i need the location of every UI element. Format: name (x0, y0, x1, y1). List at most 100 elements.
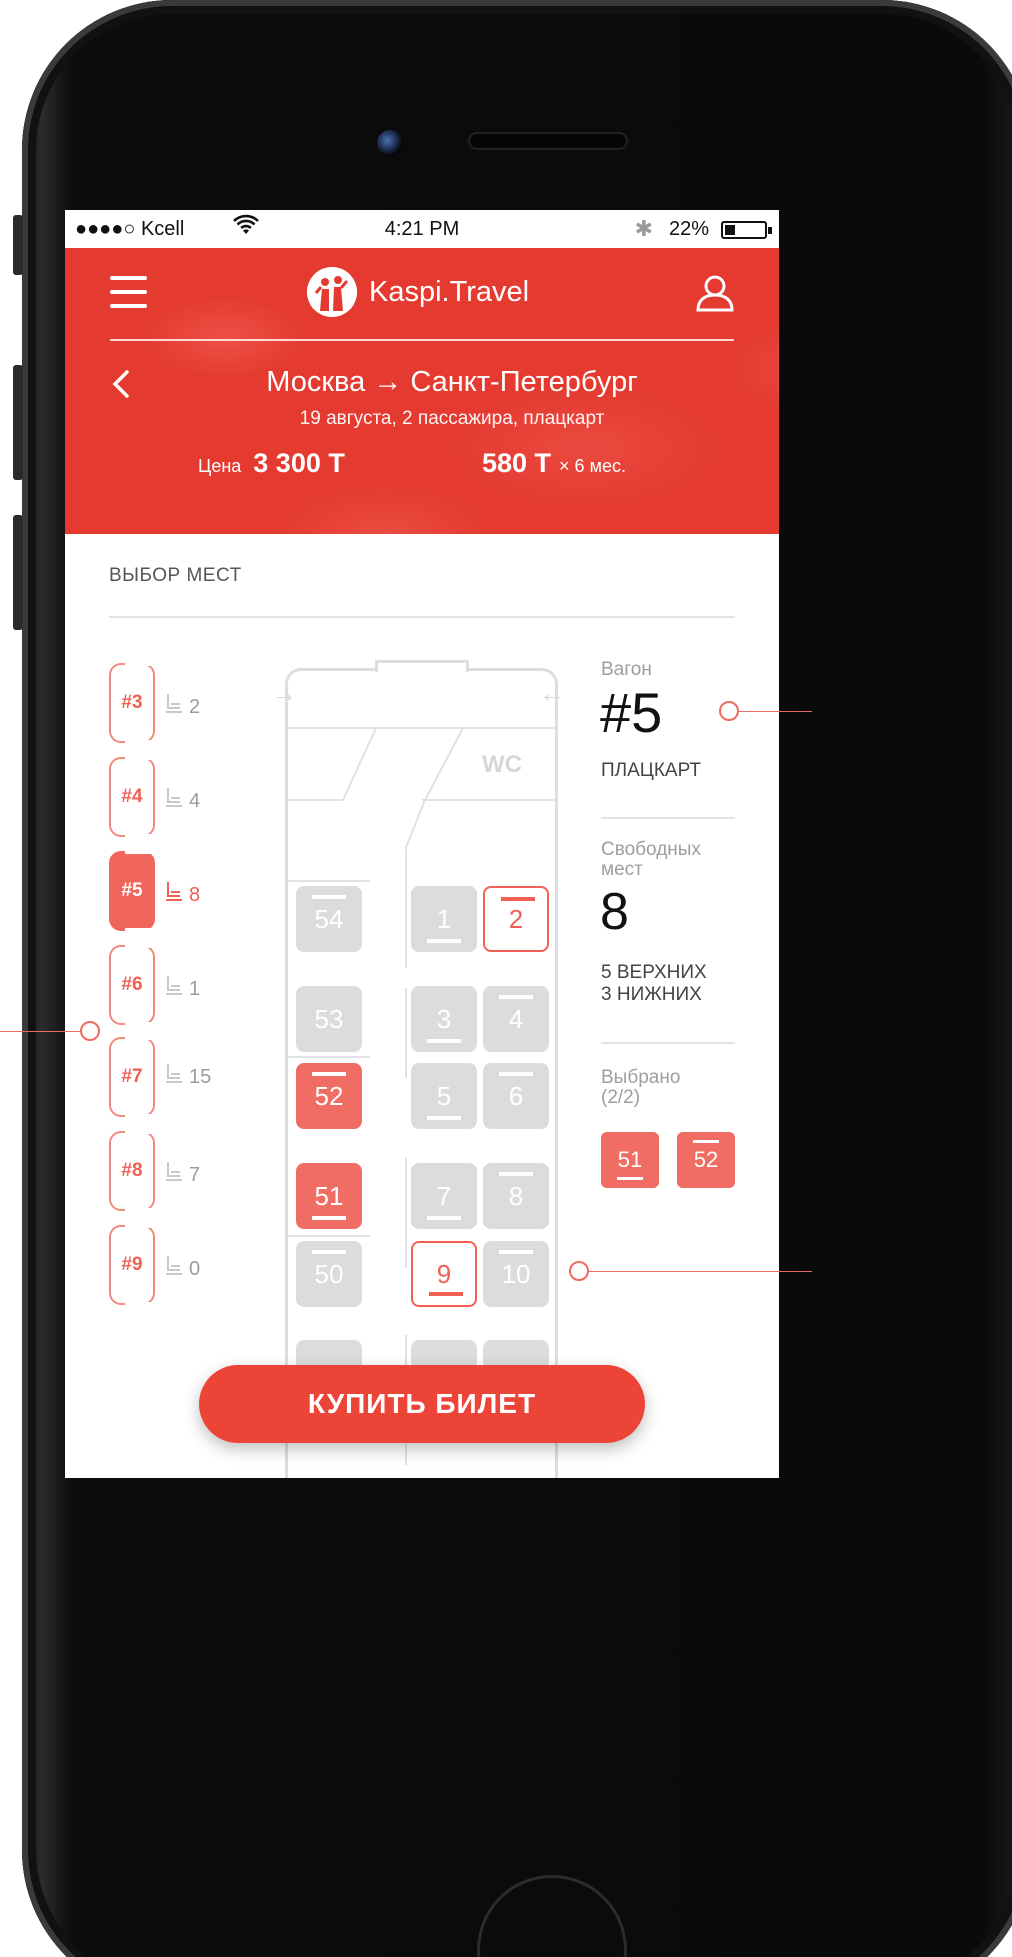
seat-number: 1 (436, 903, 452, 934)
seat-number: 54 (314, 903, 344, 934)
seat[interactable]: 9 (411, 1241, 477, 1307)
wagon-tab-label: #9 (121, 1254, 143, 1275)
wagon-free-count: 2 (189, 695, 201, 718)
wagon-free-count: 15 (189, 1065, 212, 1088)
seat[interactable]: 52 (296, 1063, 362, 1129)
battery-percent: 22% (668, 218, 709, 240)
free-seats-breakdown: 5 ВЕРХНИХ 3 НИЖНИХ (601, 962, 707, 1006)
wagon-tab[interactable]: #8 (109, 1130, 155, 1212)
seat-number: 6 (508, 1080, 524, 1111)
seat[interactable]: 8 (483, 1163, 549, 1229)
seat-number: 4 (508, 1003, 524, 1034)
wagon-tab[interactable]: #7 (109, 1036, 155, 1118)
chosen-seat[interactable]: 52 (677, 1132, 735, 1188)
wagon-free-seats: 15 (165, 1063, 211, 1091)
free-seats-label-line1: Свободных (601, 839, 701, 860)
free-seats-label-line2: мест (601, 858, 643, 880)
volume-up-button[interactable] (13, 365, 23, 480)
volume-down-button[interactable] (13, 515, 23, 630)
monthly-suffix: × 6 мес. (559, 456, 626, 476)
wagon-free-seats: 8 (165, 881, 200, 909)
free-seats-count: 8 (600, 883, 629, 941)
trip-details: 19 августа, 2 пассажира, плацкарт (299, 408, 605, 429)
wall (405, 988, 407, 1078)
wagon-tab[interactable]: #5 (109, 850, 155, 932)
seat[interactable]: 5 (411, 1063, 477, 1129)
info-divider (601, 817, 735, 819)
info-divider (601, 1042, 735, 1044)
home-button[interactable] (477, 1875, 627, 1957)
seat-number: 5 (436, 1080, 452, 1111)
wagon-tab-label: #8 (121, 1160, 143, 1181)
profile-icon[interactable] (695, 274, 735, 312)
wagon-free-count: 0 (189, 1257, 201, 1280)
seat[interactable]: 3 (411, 986, 477, 1052)
wagon-tab[interactable]: #4 (109, 756, 155, 838)
seat-number: 9 (436, 1258, 452, 1289)
seat-icon (165, 975, 183, 1003)
free-seats-label: Свободных мест (601, 840, 701, 880)
seat-icon (165, 881, 183, 909)
seat-icon (165, 693, 183, 721)
wagon-tab-label: #7 (121, 1066, 143, 1087)
seat[interactable]: 2 (483, 886, 549, 952)
seat[interactable]: 53 (296, 986, 362, 1052)
wall (288, 1235, 370, 1237)
wc-label: WC (482, 751, 522, 778)
price-label: Цена (198, 456, 242, 476)
wagon-free-seats: 0 (165, 1255, 200, 1283)
section-title: ВЫБОР МЕСТ (109, 565, 242, 586)
chosen-seat[interactable]: 51 (601, 1132, 659, 1188)
section-divider (109, 616, 735, 618)
free-lower: 3 НИЖНИХ (601, 983, 702, 1005)
price: Цена 3 300 Т (198, 448, 345, 479)
seat[interactable]: 51 (296, 1163, 362, 1229)
app-logo: Kaspi.Travel (307, 266, 529, 318)
header-divider (110, 339, 734, 341)
buy-ticket-button[interactable]: КУПИТЬ БИЛЕТ (199, 1365, 645, 1443)
wagon-tab[interactable]: #6 (109, 944, 155, 1026)
callout-line (0, 1031, 82, 1032)
free-upper: 5 ВЕРХНИХ (601, 962, 707, 983)
seat-number: 52 (314, 1080, 344, 1111)
callout-line (588, 1271, 812, 1272)
wagon-tab[interactable]: #3 (109, 662, 155, 744)
wagon-free-count: 1 (189, 977, 201, 1000)
app-header: Kaspi.Travel Москва → Санкт-Петербург 19… (65, 248, 779, 534)
seat[interactable]: 50 (296, 1241, 362, 1307)
chosen-label-line2: (2/2) (601, 1086, 641, 1108)
seat-number: 8 (508, 1180, 524, 1211)
seat[interactable]: 10 (483, 1241, 549, 1307)
carriage-end (375, 660, 469, 672)
seat[interactable]: 1 (411, 886, 477, 952)
mute-switch[interactable] (13, 215, 23, 275)
seat[interactable]: 4 (483, 986, 549, 1052)
wagon-free-seats: 2 (165, 693, 200, 721)
earpiece-speaker (468, 132, 628, 150)
wagon-tab[interactable]: #9 (109, 1224, 155, 1306)
seat-icon (165, 1063, 183, 1091)
seat[interactable]: 6 (483, 1063, 549, 1129)
wall (288, 880, 370, 882)
door-arrow-left-icon: → (271, 678, 297, 708)
wall (342, 727, 383, 801)
bluetooth-icon: ✱ (634, 216, 653, 241)
seat-number: 7 (436, 1180, 452, 1211)
seat-icon (165, 1255, 183, 1283)
seat[interactable]: 7 (411, 1163, 477, 1229)
wagon-free-count: 8 (189, 883, 201, 906)
kaspi-logo-icon (307, 267, 357, 317)
screen: ●●●●○ Kcell 4:21 PM ✱ 22% Kaspi.Travel М… (65, 210, 779, 1478)
wagon-free-seats: 1 (165, 975, 200, 1003)
callout-dot (80, 1021, 100, 1041)
wall (288, 1056, 370, 1058)
seat-icon (165, 787, 183, 815)
route-title: Москва → Санкт-Петербург (266, 366, 638, 398)
seat[interactable]: 54 (296, 886, 362, 952)
menu-icon[interactable] (110, 276, 147, 308)
chosen-label: Выбрано (2/2) (601, 1068, 680, 1108)
wagon-tab-label: #6 (121, 974, 143, 995)
wagon-free-seats: 4 (165, 787, 200, 815)
wall (288, 799, 343, 801)
wagon-free-seats: 7 (165, 1161, 200, 1189)
